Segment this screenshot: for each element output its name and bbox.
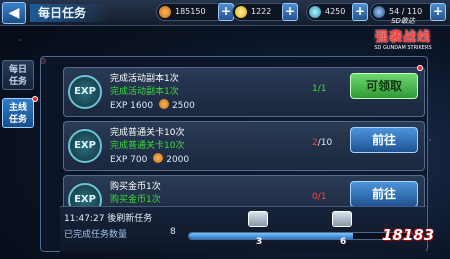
coin-icon (153, 153, 164, 163)
currency-gold: 1222 + (232, 3, 298, 21)
reward-exp: 700 (130, 155, 148, 165)
task-row: EXP 完成活动副本1次 完成活动副本1次 EXP 1600 2500 1/1 … (63, 67, 425, 117)
task-rewards: EXP 700 2000 (110, 153, 190, 165)
bronze-coin-icon (159, 6, 171, 18)
reward-coins: 2000 (166, 155, 190, 165)
task-progress: 2/10 (312, 138, 333, 148)
go-button[interactable]: 前往 (350, 181, 418, 207)
claim-button[interactable]: 可领取 (350, 73, 418, 99)
daily-progress-bar: 11:47:27 後刷新任务 已完成任务数量 8 3 6 (60, 206, 426, 252)
currency-gold-value: 1222 (251, 7, 272, 16)
task-description: 完成活动副本1次 (110, 87, 179, 97)
task-description: 购买金币1次 (110, 195, 161, 205)
game-logo: SD敢达 强袭战线 SD GUNDAM STRIKERS (374, 17, 432, 51)
tab-daily-tasks[interactable]: 每日任务 (2, 60, 34, 90)
gold-coin-icon (235, 6, 247, 18)
coin-icon (158, 99, 169, 109)
task-progress: 1/1 (312, 84, 327, 94)
tab-main-tasks[interactable]: 主线任务 (2, 98, 34, 128)
notification-dot (417, 65, 423, 71)
task-title: 完成活动副本1次 (110, 74, 179, 84)
notification-dot (32, 96, 38, 102)
reward-chest-icon[interactable] (248, 211, 268, 227)
completed-count: 8 (170, 227, 176, 237)
reward-coins: 2500 (171, 101, 195, 111)
progress-fill (189, 233, 353, 239)
progress-track (188, 232, 414, 240)
gem-icon (309, 6, 321, 18)
task-rewards: EXP 1600 2500 (110, 99, 195, 111)
task-description: 完成普通关卡10次 (110, 141, 185, 151)
tab-daily-label: 每日任务 (8, 65, 27, 87)
task-row: EXP 完成普通关卡10次 完成普通关卡10次 EXP 700 2000 2/1… (63, 121, 425, 171)
back-arrow-icon: ◀ (8, 5, 20, 21)
reward-chest-icon[interactable] (332, 211, 352, 227)
page-title: 每日任务 (30, 4, 110, 22)
go-button[interactable]: 前往 (350, 127, 418, 153)
completed-label: 已完成任务数量 (64, 230, 128, 240)
refresh-timer: 11:47:27 後刷新任务 (64, 214, 153, 224)
task-progress: 0/1 (312, 192, 327, 202)
tab-main-label: 主线任务 (8, 103, 27, 125)
milestone-label: 6 (340, 237, 347, 247)
exp-icon: EXP (68, 129, 102, 163)
task-title: 购买金币1次 (110, 182, 161, 192)
currency-coins: 185150 + (156, 3, 234, 21)
site-watermark: 18183 (382, 226, 435, 244)
currency-gems: 4250 + (306, 3, 368, 21)
currency-stamina-value: 54 / 110 (389, 7, 423, 16)
task-title: 完成普通关卡10次 (110, 128, 185, 138)
add-gold-button[interactable]: + (282, 3, 298, 21)
reward-exp: 1600 (130, 101, 154, 111)
back-button[interactable]: ◀ (2, 2, 26, 24)
currency-coins-value: 185150 (175, 7, 206, 16)
milestone-label: 3 (256, 237, 263, 247)
currency-gems-value: 4250 (325, 7, 346, 16)
exp-icon: EXP (68, 75, 102, 109)
